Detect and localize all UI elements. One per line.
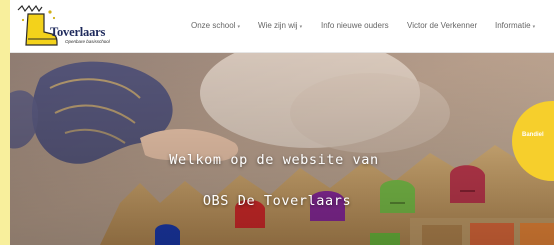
nav-info-nieuwe-ouders[interactable]: Info nieuwe ouders xyxy=(321,21,389,30)
chevron-down-icon: ▾ xyxy=(237,24,240,30)
badge-label: Bandiel xyxy=(522,132,544,138)
nav-label: Victor de Verkenner xyxy=(407,21,478,30)
chevron-down-icon: ▾ xyxy=(532,24,536,30)
site-logo[interactable]: Toverlaars Openbare basisschool xyxy=(10,0,120,52)
nav-label: Info nieuwe ouders xyxy=(321,21,389,30)
hero-school-name: OBS De Toverlaars xyxy=(202,193,352,209)
site-header: Toverlaars Openbare basisschool Onze sch… xyxy=(10,0,554,53)
nav-wie-zijn-wij[interactable]: Wie zijn wij ▾ xyxy=(258,21,302,30)
nav-label: Wie zijn wij xyxy=(258,21,298,30)
nav-victor-de-verkenner[interactable]: Victor de Verkenner xyxy=(407,21,477,30)
nav-label: Onze school xyxy=(191,21,236,30)
nav-informatie[interactable]: Informatie ▾ xyxy=(495,21,535,30)
hero-welcome-text: Welkom op de website van xyxy=(169,152,379,168)
hero-banner: Welkom op de website van OBS De Toverlaa… xyxy=(10,53,554,245)
chevron-down-icon: ▾ xyxy=(299,24,303,30)
brand-name: Toverlaars xyxy=(50,25,106,39)
page-frame: Toverlaars Openbare basisschool Onze sch… xyxy=(10,0,554,245)
brand-tagline: Openbare basisschool xyxy=(65,39,110,44)
hero-photo xyxy=(10,53,554,245)
nav-onze-school[interactable]: Onze school ▾ xyxy=(191,21,240,30)
nav-label: Informatie xyxy=(495,21,531,30)
